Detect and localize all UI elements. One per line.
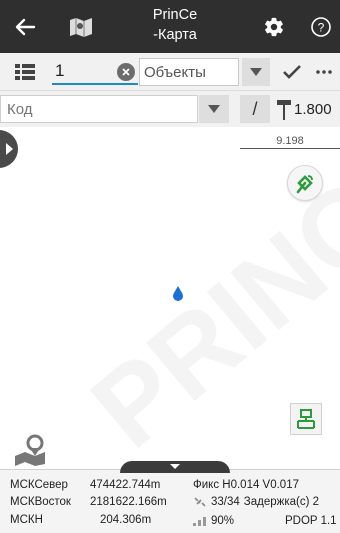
scale-value: 9.198 bbox=[276, 135, 304, 147]
satellite-count: 33/34 bbox=[211, 496, 240, 508]
east-value: 2181622.166m bbox=[90, 496, 167, 508]
settings-gear-icon[interactable] bbox=[257, 0, 291, 53]
stakeout-button[interactable] bbox=[290, 403, 322, 435]
pdop-value: PDOP 1.1 bbox=[285, 515, 337, 527]
confirm-check-icon[interactable] bbox=[279, 58, 305, 86]
map-layers-icon[interactable] bbox=[64, 0, 98, 53]
side-panel-toggle[interactable] bbox=[0, 130, 18, 168]
point-list-icon[interactable] bbox=[12, 59, 38, 85]
east-label: МСКВосток bbox=[10, 496, 71, 508]
map-location-button[interactable] bbox=[10, 431, 50, 469]
gnss-status-panel: МСКСевер 474422.744m МСКВосток 2181622.1… bbox=[0, 461, 340, 533]
antenna-height-value: 1.800 bbox=[294, 100, 332, 118]
back-arrow-icon[interactable] bbox=[10, 0, 40, 53]
more-options-icon[interactable] bbox=[311, 58, 337, 86]
help-icon[interactable]: ? bbox=[307, 0, 335, 53]
signal-bars-icon bbox=[193, 517, 206, 526]
map-canvas[interactable]: PRINCE 9.198 bbox=[0, 127, 340, 469]
app-title-line2: -Карта bbox=[153, 27, 197, 43]
chevron-right-icon bbox=[6, 143, 13, 155]
point-toolbar: Объекты bbox=[0, 53, 340, 91]
rover-antenna-icon bbox=[296, 175, 313, 194]
battery-row: 90% bbox=[193, 515, 234, 527]
chevron-down-icon bbox=[170, 464, 180, 469]
battery-percent: 90% bbox=[211, 515, 235, 527]
chevron-down-icon bbox=[208, 105, 220, 113]
survey-pole-icon bbox=[277, 100, 291, 120]
delay-text: Задержка(с) 2 bbox=[243, 496, 319, 508]
fix-status: Фикс H0.014 V0.017 bbox=[193, 479, 299, 491]
north-label: МСКСевер bbox=[10, 479, 68, 491]
satellite-icon bbox=[194, 497, 206, 507]
code-separator-button[interactable]: / bbox=[240, 95, 270, 123]
objects-dropdown-button[interactable] bbox=[242, 58, 270, 86]
map-pin-icon bbox=[15, 434, 45, 466]
clear-icon[interactable] bbox=[117, 63, 135, 81]
height-value: 204.306m bbox=[100, 514, 152, 526]
scale-bar bbox=[240, 148, 340, 149]
stakeout-icon bbox=[297, 409, 315, 429]
chevron-down-icon bbox=[250, 68, 262, 76]
rover-center-button[interactable] bbox=[287, 165, 323, 201]
code-dropdown-button[interactable] bbox=[199, 95, 229, 123]
app-title: PrinCe -Карта bbox=[130, 5, 220, 45]
north-value: 474422.744m bbox=[90, 479, 161, 491]
svg-text:?: ? bbox=[318, 20, 325, 34]
height-label: МСКН bbox=[10, 514, 43, 526]
app-title-line1: PrinCe bbox=[152, 7, 198, 23]
satellite-row: 33/34 Задержка(с) 2 bbox=[193, 496, 319, 508]
objects-select[interactable]: Объекты bbox=[139, 58, 239, 86]
code-toolbar: / 1.800 bbox=[0, 91, 340, 127]
antenna-height-button[interactable]: 1.800 bbox=[276, 93, 340, 125]
status-panel-handle[interactable] bbox=[120, 461, 230, 473]
current-position-marker bbox=[171, 285, 185, 303]
code-input[interactable] bbox=[0, 95, 198, 123]
north-row: МСКСевер bbox=[10, 479, 68, 491]
top-app-bar: PrinCe -Карта ? bbox=[0, 0, 340, 53]
